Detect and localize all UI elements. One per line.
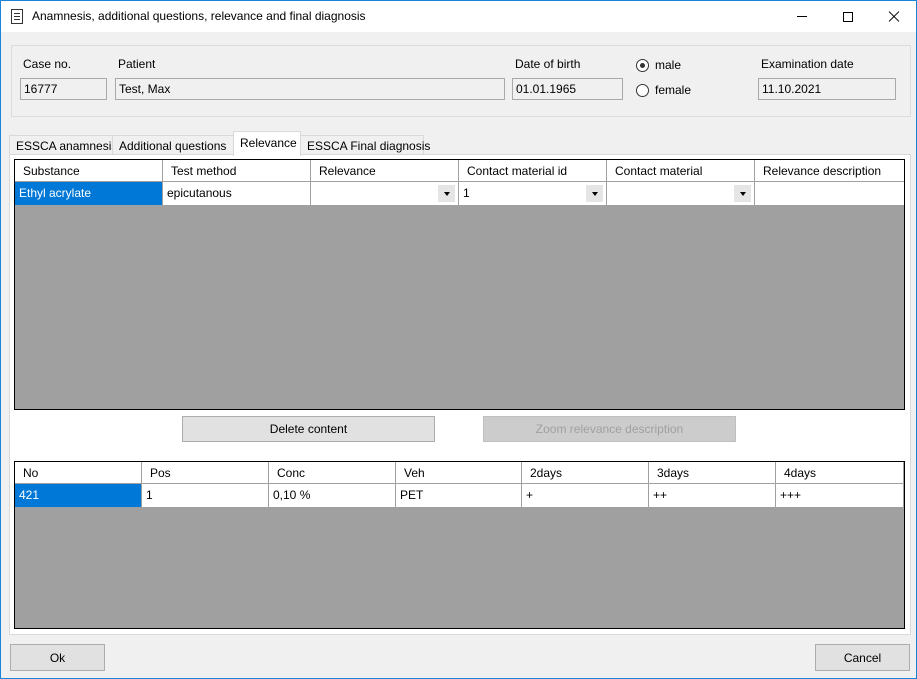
close-button[interactable] — [871, 1, 917, 32]
radio-female-label: female — [655, 83, 692, 97]
column-header-test-method[interactable]: Test method — [163, 160, 311, 182]
maximize-icon — [843, 11, 853, 22]
column-header-relevance-description[interactable]: Relevance description — [755, 160, 904, 182]
cell-2days[interactable]: + — [522, 484, 649, 508]
column-header-contact-material[interactable]: Contact material — [607, 160, 755, 182]
patient-label: Patient — [118, 57, 156, 71]
table-row[interactable]: Ethyl acrylate epicutanous 1 — [15, 182, 904, 206]
cancel-button[interactable]: Cancel — [815, 644, 910, 671]
column-header-substance[interactable]: Substance — [15, 160, 163, 182]
chevron-down-icon[interactable] — [586, 185, 603, 202]
column-header-relevance[interactable]: Relevance — [311, 160, 459, 182]
cell-relevance-dropdown[interactable] — [311, 182, 459, 206]
document-icon — [11, 9, 23, 24]
window-title: Anamnesis, additional questions, relevan… — [32, 9, 366, 23]
tab-essca-final-diagnosis[interactable]: ESSCA Final diagnosis — [300, 135, 430, 155]
maximize-button[interactable] — [825, 1, 871, 32]
radio-unchecked-icon — [636, 83, 649, 97]
ok-button[interactable]: Ok — [10, 644, 105, 671]
test-results-grid[interactable]: No Pos Conc Veh 2days 3days 4days 421 1 … — [14, 461, 905, 629]
relevance-grid[interactable]: Substance Test method Relevance Contact … — [14, 159, 905, 410]
radio-female[interactable]: female — [636, 83, 691, 97]
cell-pos[interactable]: 1 — [142, 484, 269, 508]
tab-additional-questions[interactable]: Additional questions — [112, 135, 234, 155]
exam-date-label: Examination date — [761, 57, 854, 71]
column-header-3days[interactable]: 3days — [649, 462, 776, 484]
radio-checked-icon — [636, 58, 649, 72]
column-header-4days[interactable]: 4days — [776, 462, 904, 484]
cell-contact-material-id-dropdown[interactable]: 1 — [459, 182, 607, 206]
tab-essca-anamnesis[interactable]: ESSCA anamnesis — [9, 135, 117, 155]
cell-substance[interactable]: Ethyl acrylate — [15, 182, 163, 206]
dob-field[interactable]: 01.01.1965 — [512, 78, 623, 100]
column-header-conc[interactable]: Conc — [269, 462, 396, 484]
delete-content-button[interactable]: Delete content — [182, 416, 435, 442]
column-header-2days[interactable]: 2days — [522, 462, 649, 484]
cell-relevance-description[interactable] — [755, 182, 904, 206]
patient-info-group: Case no. 16777 Patient Test, Max Date of… — [11, 45, 911, 117]
test-grid-header: No Pos Conc Veh 2days 3days 4days — [15, 462, 904, 484]
exam-date-field[interactable]: 11.10.2021 — [758, 78, 896, 100]
column-header-pos[interactable]: Pos — [142, 462, 269, 484]
cell-no[interactable]: 421 — [15, 484, 142, 508]
zoom-relevance-description-button[interactable]: Zoom relevance description — [483, 416, 736, 442]
cell-test-method[interactable]: epicutanous — [163, 182, 311, 206]
table-row[interactable]: 421 1 0,10 % PET + ++ +++ — [15, 484, 904, 508]
dialog-window: Anamnesis, additional questions, relevan… — [0, 0, 917, 679]
cell-4days[interactable]: +++ — [776, 484, 904, 508]
tab-relevance[interactable]: Relevance — [233, 131, 301, 156]
cell-contact-material-id-value: 1 — [463, 186, 470, 200]
column-header-no[interactable]: No — [15, 462, 142, 484]
case-no-field[interactable]: 16777 — [20, 78, 107, 100]
radio-male-label: male — [655, 58, 682, 72]
radio-male[interactable]: male — [636, 58, 681, 72]
patient-field[interactable]: Test, Max — [115, 78, 505, 100]
chevron-down-icon[interactable] — [438, 185, 455, 202]
title-bar[interactable]: Anamnesis, additional questions, relevan… — [1, 1, 916, 32]
close-icon — [888, 11, 900, 23]
minimize-button[interactable] — [779, 1, 825, 32]
cell-3days[interactable]: ++ — [649, 484, 776, 508]
cell-conc[interactable]: 0,10 % — [269, 484, 396, 508]
dob-label: Date of birth — [515, 57, 581, 71]
minimize-icon — [797, 16, 807, 17]
case-no-label: Case no. — [23, 57, 72, 71]
cell-veh[interactable]: PET — [396, 484, 522, 508]
relevance-grid-header: Substance Test method Relevance Contact … — [15, 160, 904, 182]
chevron-down-icon[interactable] — [734, 185, 751, 202]
relevance-tab-panel: Substance Test method Relevance Contact … — [9, 154, 911, 635]
column-header-contact-material-id[interactable]: Contact material id — [459, 160, 607, 182]
column-header-veh[interactable]: Veh — [396, 462, 522, 484]
cell-contact-material-dropdown[interactable] — [607, 182, 755, 206]
